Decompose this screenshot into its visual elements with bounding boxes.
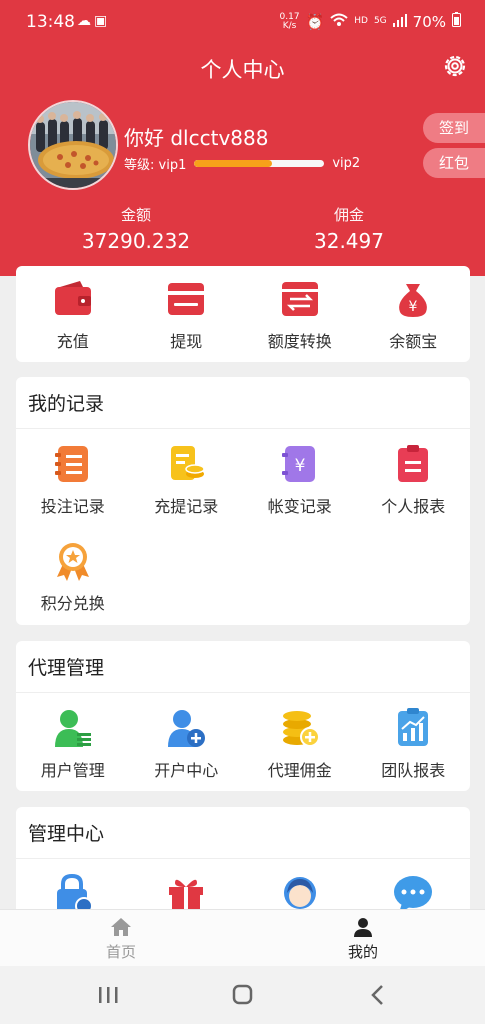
back-icon[interactable] [358,982,398,1008]
system-nav-bar [0,966,485,1024]
tab-home[interactable]: 首页 [61,916,181,962]
greeting-text: 你好 dlcctv888 [124,126,269,150]
medal-icon [56,543,89,581]
level-progress-bar [194,160,325,167]
card-icon [168,283,205,315]
coins-icon [282,711,320,747]
status-indicators: 0.17 K/s ⏰ HD 5G 70% [280,12,461,31]
personal-report-label: 个人报表 [381,497,446,516]
svg-text:¥: ¥ [409,299,418,315]
user-manage-label: 用户管理 [40,761,105,780]
alarm-icon: ⏰ [305,12,325,31]
team-report-icon [398,708,429,746]
balance-block: 金额 37290.232 [36,204,236,253]
withdraw-label: 提现 [170,332,203,351]
home-icon [111,918,131,936]
points-exchange-button[interactable]: 积分兑换 [16,526,130,623]
agent-card: 代理管理 用户管理 开户中心 代理佣金 团队报表 [16,641,470,791]
commission-label: 佣金 [333,206,364,224]
yuebao-button[interactable]: ¥ 余额宝 [357,266,471,362]
agent-title: 代理管理 [16,641,470,693]
sign-in-button[interactable]: 签到 [423,113,485,143]
open-account-button[interactable]: 开户中心 [130,693,244,790]
recharge-label: 充值 [56,332,89,351]
account-change-label: 帐变记录 [267,497,332,516]
user-manage-button[interactable]: 用户管理 [16,693,130,790]
notification-icons: ☁▣ [77,13,111,29]
bet-record-icon [54,446,88,482]
account-change-icon: ¥ [281,446,315,482]
tab-mine-label: 我的 [347,943,378,961]
bottom-tab-bar: 首页 我的 [0,909,485,966]
transfer-label: 额度转换 [267,332,332,351]
report-icon [398,445,429,482]
recharge-button[interactable]: 充值 [16,266,130,362]
bet-record-button[interactable]: 投注记录 [16,429,130,526]
home-nav-icon[interactable] [222,982,262,1008]
user-icon [354,918,372,937]
page-title: 个人中心 [200,58,285,82]
deposit-record-button[interactable]: 充提记录 [130,429,244,526]
status-bar: 13:48 ☁▣ 0.17 K/s ⏰ HD 5G 70% [0,0,485,44]
battery-icon [452,12,461,31]
vip-level-row: 等级: vip1 vip2 [124,154,360,173]
management-card: 管理中心 [16,807,470,917]
red-packet-button[interactable]: 红包 [423,148,485,178]
level-progress-fill [194,160,273,167]
next-level-label: vip2 [332,156,361,171]
personal-report-button[interactable]: 个人报表 [357,429,471,526]
agent-commission-button[interactable]: 代理佣金 [243,693,357,790]
tab-mine[interactable]: 我的 [303,916,423,962]
yuebao-label: 余额宝 [389,332,438,351]
quick-actions-card: 充值 提现 额度转换 ¥ 余额宝 [16,266,470,362]
team-report-button[interactable]: 团队报表 [357,693,471,790]
status-time: 13:48 [26,12,75,32]
settings-gear-icon[interactable] [441,52,469,80]
recent-apps-icon[interactable] [88,982,128,1008]
agent-commission-label: 代理佣金 [267,761,332,780]
bet-record-label: 投注记录 [40,497,105,516]
avatar[interactable] [28,100,118,190]
deposit-record-label: 充提记录 [154,497,219,516]
signal-label: 5G [373,16,387,26]
records-card: 我的记录 投注记录 充提记录 ¥ 帐变记录 个人报表 积分兑换 [16,377,470,625]
battery-level: 70% [412,12,446,31]
commission-value: 32.497 [314,229,384,253]
commission-block: 佣金 32.497 [249,204,449,253]
hd-label: HD [354,16,368,26]
account-change-button[interactable]: ¥ 帐变记录 [243,429,357,526]
profile-header: 个人中心 你好 dlcctv888 等级: vip1 vip2 签到 红包 金额… [0,44,485,276]
team-report-label: 团队报表 [381,761,446,780]
level-label: 等级: vip1 [124,158,187,173]
network-speed: 0.17 K/s [279,11,300,31]
points-exchange-label: 积分兑换 [40,594,105,613]
tab-home-label: 首页 [105,943,136,961]
user-manage-icon [54,710,91,747]
avatar-photo [30,102,116,188]
balance-value: 37290.232 [81,229,191,253]
transfer-icon [281,282,318,316]
deposit-record-icon [171,446,205,480]
signal-icon [392,13,407,31]
transfer-button[interactable]: 额度转换 [243,266,357,362]
balance-label: 金额 [120,206,151,224]
withdraw-button[interactable]: 提现 [130,266,244,362]
records-title: 我的记录 [16,377,470,429]
money-bag-icon: ¥ [399,284,428,317]
management-title: 管理中心 [16,807,470,859]
wallet-icon [54,281,91,315]
open-account-label: 开户中心 [154,761,219,780]
svg-text:¥: ¥ [294,456,305,476]
wifi-icon [330,13,348,31]
add-user-icon [168,710,206,747]
